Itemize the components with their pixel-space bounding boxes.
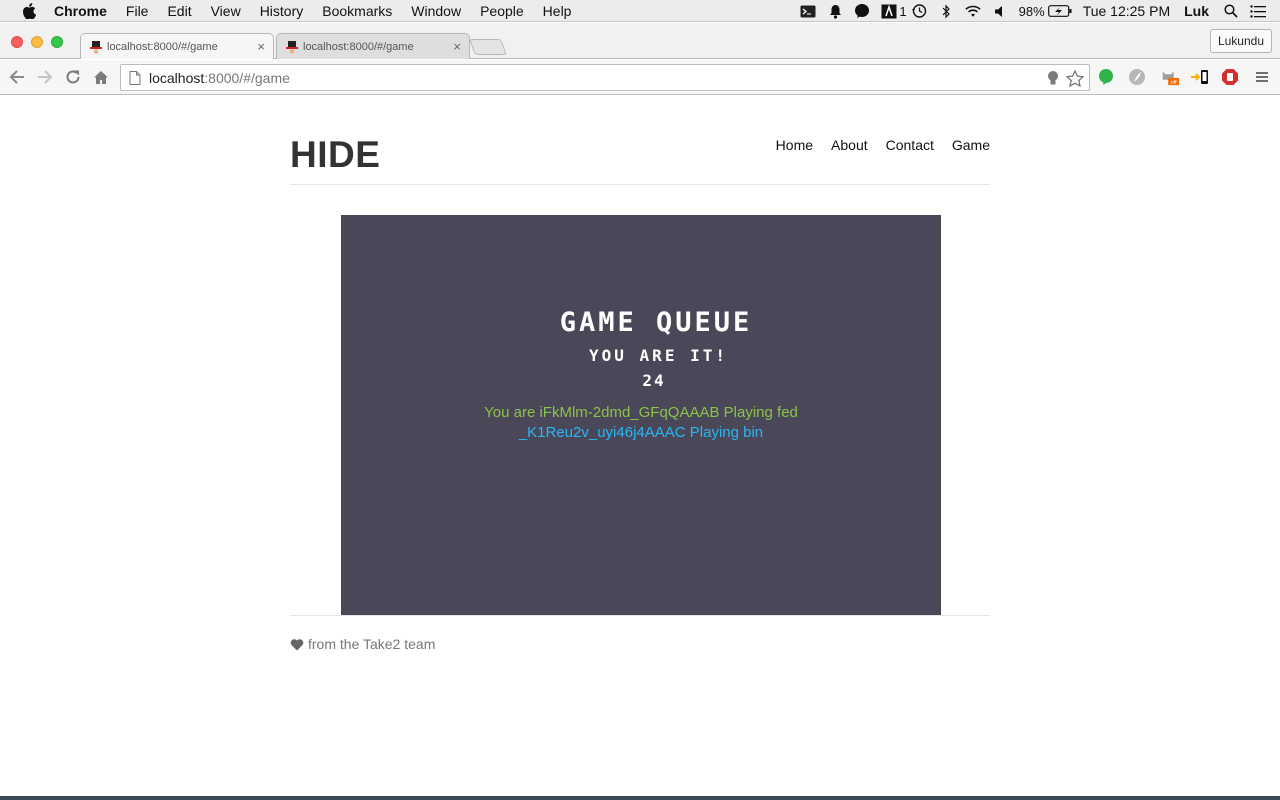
forward-arrow-icon[interactable] (35, 67, 55, 87)
back-arrow-icon[interactable] (7, 67, 27, 87)
nav-link-about[interactable]: About (831, 137, 868, 153)
menu-window[interactable]: Window (411, 3, 461, 19)
menubar-clock[interactable]: Tue 12:25 PM (1083, 3, 1170, 19)
footer-divider (290, 615, 990, 616)
hat-favicon-icon (286, 40, 298, 54)
bluetooth-icon[interactable] (938, 3, 954, 19)
tab-title: localhost:8000/#/game (303, 40, 414, 53)
browser-tab-strip: localhost:8000/#/game × localhost:8000/#… (0, 23, 1280, 59)
site-header: HIDE Home About Contact Game (290, 96, 990, 185)
omnibox-actions (1041, 68, 1085, 88)
site-nav: Home About Contact Game (758, 137, 990, 153)
url-path: :8000/#/game (204, 69, 290, 86)
window-bottom-edge (0, 796, 1280, 800)
profile-button[interactable]: Lukundu (1209, 29, 1272, 53)
reload-icon[interactable] (63, 67, 83, 87)
notification-center-icon[interactable] (1250, 3, 1266, 19)
site-brand[interactable]: HIDE (290, 134, 380, 176)
tab-close-icon[interactable]: × (453, 39, 461, 54)
macos-menu-bar: Chrome File Edit View History Bookmarks … (0, 0, 1280, 22)
terminal-icon[interactable] (800, 3, 816, 19)
game-queue-title: GAME QUEUE (559, 307, 753, 338)
apple-icon[interactable] (20, 2, 38, 19)
nav-link-home[interactable]: Home (776, 137, 813, 153)
hangouts-extension-icon[interactable] (1096, 67, 1116, 87)
battery-charging-icon[interactable] (1047, 3, 1072, 19)
url-host: localhost (149, 69, 205, 86)
menu-history[interactable]: History (260, 3, 304, 19)
battery-percent: 98% (1018, 3, 1045, 19)
svg-text:off: off (1171, 80, 1177, 86)
menu-people[interactable]: People (480, 3, 524, 19)
close-window-button[interactable] (11, 36, 23, 48)
feather-extension-icon[interactable] (1127, 67, 1147, 87)
browser-toolbar: localhost:8000/#/game off (0, 60, 1280, 95)
window-controls (11, 36, 71, 48)
home-icon[interactable] (91, 67, 111, 87)
menu-edit[interactable]: Edit (167, 3, 191, 19)
volume-icon[interactable] (992, 3, 1008, 19)
opponent-status-line: _K1Reu2v_uyi46j4AAAC Playing bin (518, 424, 764, 441)
web-page: HIDE Home About Contact Game GAME QUEUE … (0, 96, 1280, 796)
notification-count: 1 (899, 3, 907, 19)
time-machine-icon[interactable] (911, 3, 927, 19)
menu-app-chrome[interactable]: Chrome (54, 3, 107, 19)
site-footer: from the Take2 team (290, 636, 435, 652)
minimize-window-button[interactable] (31, 36, 43, 48)
menu-bookmarks[interactable]: Bookmarks (322, 3, 392, 19)
game-canvas[interactable]: GAME QUEUE YOU ARE IT! 24 You are iFkMlm… (341, 215, 941, 615)
nav-link-game[interactable]: Game (952, 137, 990, 153)
tab-game-1[interactable]: localhost:8000/#/game × (80, 33, 274, 59)
bookmark-star-icon[interactable] (1065, 68, 1085, 88)
nav-link-contact[interactable]: Contact (886, 137, 934, 153)
tab-title: localhost:8000/#/game (107, 40, 218, 53)
zoom-window-button[interactable] (51, 36, 63, 48)
tab-close-icon[interactable]: × (257, 39, 265, 54)
menu-help[interactable]: Help (543, 3, 572, 19)
menubar-user[interactable]: Luk (1184, 3, 1209, 19)
chat-bubble-icon[interactable] (854, 3, 870, 19)
menu-view[interactable]: View (211, 3, 241, 19)
bell-icon[interactable] (827, 3, 843, 19)
heart-icon (290, 638, 304, 650)
url-text[interactable]: localhost:8000/#/game (149, 70, 290, 86)
cat-extension-icon[interactable]: off (1160, 67, 1180, 87)
address-bar[interactable]: localhost:8000/#/game (120, 64, 1090, 91)
footer-text: from the Take2 team (308, 636, 436, 652)
chrome-menu-icon[interactable] (1252, 67, 1272, 87)
tab-game-2[interactable]: localhost:8000/#/game × (276, 33, 470, 59)
spotlight-search-icon[interactable] (1223, 3, 1239, 19)
adobe-icon[interactable] (881, 3, 897, 19)
wifi-icon[interactable] (965, 3, 981, 19)
game-countdown: 24 (642, 371, 666, 390)
page-icon (129, 70, 141, 85)
menubar-status-area: 1 98% Tue 12:25 PM Luk (800, 0, 1280, 22)
hat-favicon-icon (90, 40, 102, 54)
lightbulb-icon[interactable] (1043, 68, 1063, 88)
game-status-text: YOU ARE IT! (589, 346, 728, 365)
menu-file[interactable]: File (126, 3, 149, 19)
cast-device-icon[interactable] (1190, 67, 1210, 87)
stop-extension-icon[interactable] (1220, 67, 1240, 87)
new-tab-button[interactable] (469, 39, 507, 55)
player-status-line: You are iFkMlm-2dmd_GFqQAAAB Playing fed (484, 404, 798, 421)
